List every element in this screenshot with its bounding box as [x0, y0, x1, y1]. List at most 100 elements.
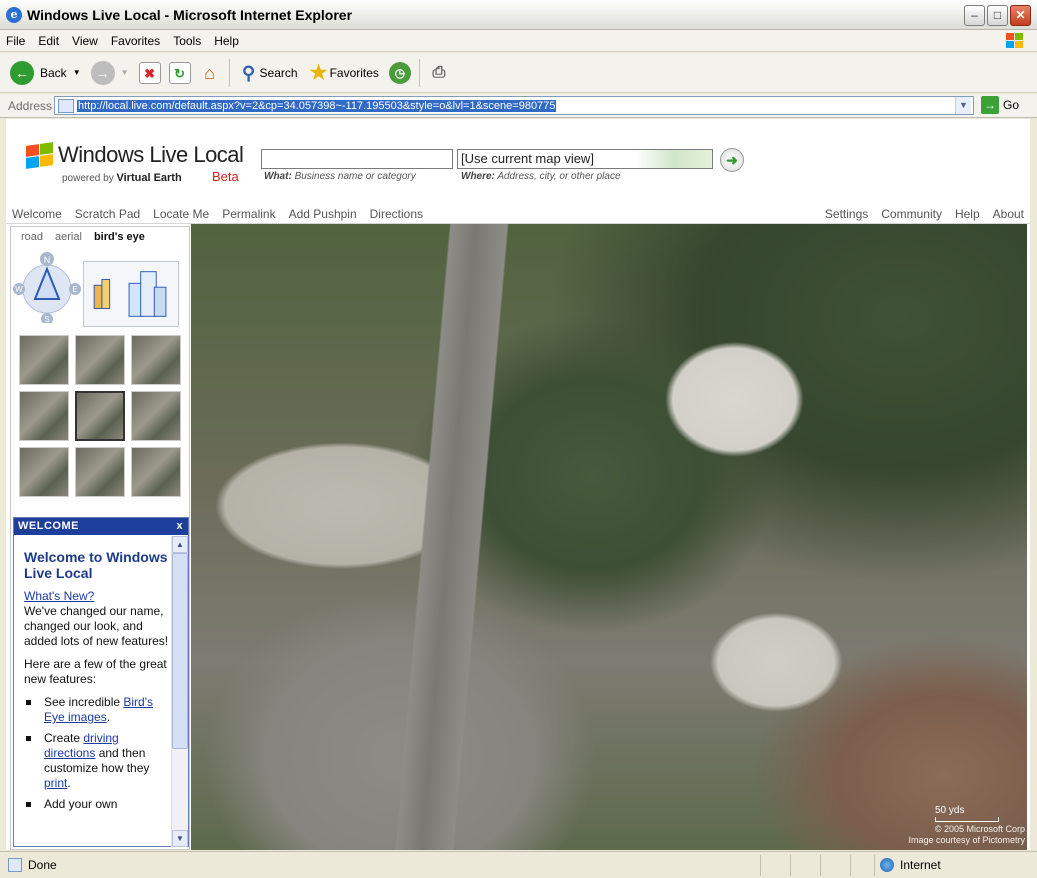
thumbnail-w[interactable] [19, 391, 69, 441]
back-arrow-icon: ← [10, 60, 34, 85]
welcome-scrollbar[interactable]: ▲ ▼ [171, 536, 188, 847]
tab-road[interactable]: road [21, 231, 43, 243]
zoom-out-icon[interactable] [93, 278, 111, 310]
nav-help[interactable]: Help [955, 207, 980, 221]
go-label: Go [1003, 98, 1020, 112]
refresh-icon[interactable]: ↻ [168, 61, 191, 84]
standard-toolbar: ← Back ▼ → ▼ ✖ ↻ ⌂ ⚲ Search ★ Favorites … [0, 53, 1037, 93]
compass-n[interactable]: N [44, 255, 51, 265]
nav-scratch-pad[interactable]: Scratch Pad [75, 207, 140, 221]
tab-birds-eye[interactable]: bird's eye [94, 231, 145, 243]
virtual-earth-label: Virtual Earth [116, 172, 182, 184]
compass-w[interactable]: W [15, 285, 23, 294]
view-tabs: road aerial bird's eye [21, 231, 145, 243]
compass-rose-icon[interactable]: N S W E [13, 251, 83, 323]
nav-directions[interactable]: Directions [370, 207, 423, 221]
print-link[interactable]: print [44, 776, 67, 790]
back-dropdown-icon[interactable]: ▼ [73, 68, 81, 77]
welcome-close-button[interactable]: x [173, 520, 186, 533]
list-item: See incredible Bird's Eye images. [24, 695, 172, 725]
birds-eye-thumbnails [19, 335, 183, 497]
go-arrow-icon: → [981, 96, 999, 114]
security-zone[interactable]: Internet [880, 858, 941, 872]
what-hint-text: Business name or category [294, 171, 416, 182]
back-button[interactable]: ← Back ▼ [10, 60, 81, 85]
birds-eye-map[interactable]: 50 yds © 2005 Microsoft Corp Image court… [191, 224, 1027, 850]
nav-community[interactable]: Community [881, 207, 942, 221]
compass-e[interactable]: E [72, 285, 77, 294]
nav-about[interactable]: About [993, 207, 1024, 221]
menu-view[interactable]: View [72, 34, 98, 48]
address-url[interactable]: http://local.live.com/default.aspx?v=2&c… [77, 99, 557, 112]
copyright-text: © 2005 Microsoft Corp [934, 824, 1025, 834]
bullet1-end: . [106, 710, 111, 724]
search-go-button[interactable]: ➜ [720, 148, 744, 172]
windows-flag-icon [1006, 33, 1023, 48]
address-input[interactable]: http://local.live.com/default.aspx?v=2&c… [54, 96, 974, 115]
nav-welcome[interactable]: Welcome [12, 207, 62, 221]
menu-tools[interactable]: Tools [173, 34, 201, 48]
nav-permalink[interactable]: Permalink [222, 207, 275, 221]
bullet3-text: Add your own [44, 797, 118, 811]
status-divider [820, 855, 821, 876]
window-title-bar[interactable]: e Windows Live Local - Microsoft Interne… [0, 0, 1037, 30]
thumbnail-e[interactable] [131, 391, 181, 441]
nav-locate-me[interactable]: Locate Me [153, 207, 209, 221]
thumbnail-n[interactable] [75, 335, 125, 385]
bullet2-text: Create [44, 731, 84, 745]
compass-s[interactable]: S [44, 315, 49, 323]
menu-bar: File Edit View Favorites Tools Help [0, 30, 1037, 52]
thumbnail-nw[interactable] [19, 335, 69, 385]
address-label: Address [8, 98, 53, 113]
search-label: Search [259, 65, 298, 80]
menu-edit[interactable]: Edit [38, 34, 59, 48]
forward-button[interactable]: → ▼ [90, 60, 129, 85]
print-icon[interactable]: ⎙ [428, 62, 450, 84]
tab-aerial[interactable]: aerial [55, 231, 82, 243]
search-button[interactable]: ⚲ Search [238, 62, 298, 84]
favorites-label: Favorites [329, 65, 379, 80]
maximize-button[interactable]: □ [987, 5, 1008, 26]
status-text: Done [28, 858, 57, 872]
powered-by: powered by Virtual Earth [62, 172, 182, 184]
forward-dropdown-icon[interactable]: ▼ [121, 68, 129, 77]
thumbnail-s[interactable] [75, 447, 125, 497]
back-label: Back [40, 65, 67, 80]
window-title: Windows Live Local - Microsoft Internet … [27, 6, 353, 23]
history-icon[interactable]: ◷ [388, 61, 411, 84]
zoom-in-icon[interactable] [128, 271, 167, 317]
bullet2-end: . [67, 776, 71, 790]
stop-icon[interactable]: ✖ [138, 61, 161, 84]
menu-favorites[interactable]: Favorites [111, 34, 160, 48]
where-hint: Where: Address, city, or other place [461, 171, 621, 182]
site-header: Windows Live Local powered by Virtual Ea… [6, 119, 1030, 223]
where-search-input[interactable]: [Use current map view] [457, 149, 713, 169]
scroll-up-icon[interactable]: ▲ [172, 536, 188, 553]
thumbnail-center[interactable] [75, 391, 125, 441]
menu-help[interactable]: Help [214, 34, 239, 48]
status-divider [874, 855, 875, 876]
menu-file[interactable]: File [6, 34, 25, 48]
minimize-button[interactable]: – [964, 5, 985, 26]
windows-flag-logo-icon [24, 142, 56, 170]
windows-live-logo[interactable]: Windows Live Local [24, 142, 244, 170]
go-button[interactable]: → Go [981, 96, 1019, 114]
nav-settings[interactable]: Settings [825, 207, 868, 221]
page-content: Windows Live Local powered by Virtual Ea… [6, 119, 1030, 850]
where-hint-label: Where: [461, 171, 495, 182]
favorites-button[interactable]: ★ Favorites [308, 62, 379, 84]
address-dropdown-icon[interactable]: ▼ [955, 97, 971, 114]
map-scale: 50 yds [935, 805, 999, 822]
what-search-input[interactable] [261, 149, 453, 169]
whats-new-link[interactable]: What's New? [24, 589, 94, 603]
thumbnail-sw[interactable] [19, 447, 69, 497]
scroll-down-icon[interactable]: ▼ [172, 830, 188, 847]
scroll-thumb[interactable] [172, 553, 188, 749]
nav-add-pushpin[interactable]: Add Pushpin [289, 207, 357, 221]
thumbnail-ne[interactable] [131, 335, 181, 385]
close-button[interactable]: ✕ [1010, 5, 1031, 26]
welcome-body: Welcome to Windows Live Local What's New… [14, 536, 172, 848]
thumbnail-se[interactable] [131, 447, 181, 497]
what-hint: What: Business name or category [264, 171, 416, 182]
home-icon[interactable]: ⌂ [199, 62, 221, 84]
